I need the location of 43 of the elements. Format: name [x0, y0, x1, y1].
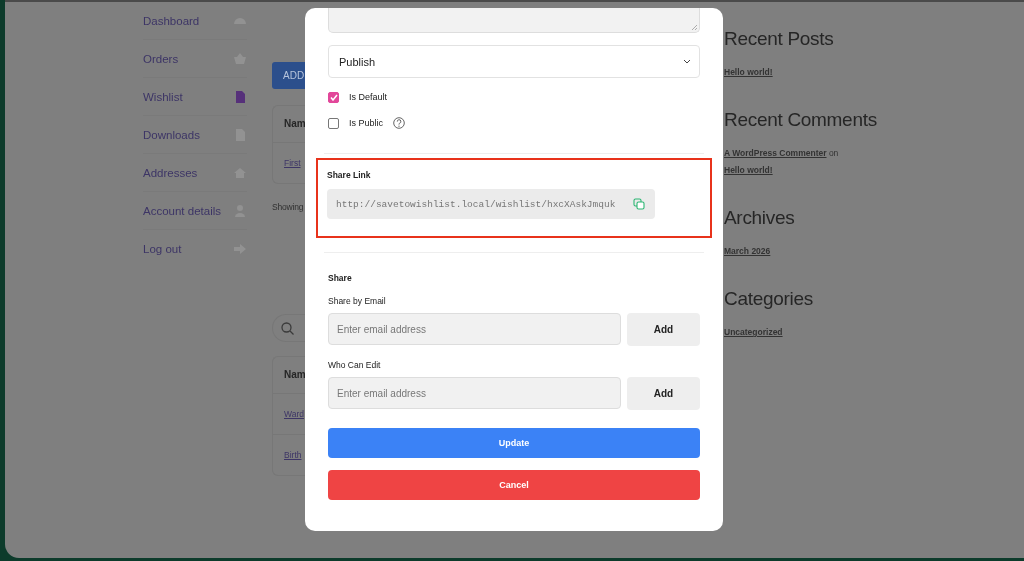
field-label: Share Link [327, 170, 372, 180]
email-field[interactable]: Enter email address [328, 377, 621, 409]
status-select[interactable]: Publish [328, 45, 700, 78]
widget-title: Categories [724, 288, 814, 310]
field-label: Share by Email [328, 296, 387, 306]
add-button[interactable]: Add [627, 313, 700, 346]
widget-link[interactable]: Uncategorized [724, 327, 783, 337]
sidebar-item[interactable]: Addresses [143, 154, 247, 192]
widget-link[interactable]: A WordPress Commenter [724, 148, 827, 158]
email-field[interactable]: Enter email address [328, 313, 621, 345]
sidebar-item[interactable]: Log out [143, 230, 247, 267]
widget-title: Recent Posts [724, 28, 835, 50]
widget-title: Archives [724, 207, 796, 229]
pagination-info: Showing [272, 202, 304, 212]
widget-link[interactable]: Hello world! [724, 67, 773, 77]
widget-link[interactable]: Hello world! [724, 165, 773, 175]
widget-title: Recent Comments [724, 109, 878, 131]
wishlist-link[interactable]: First [284, 158, 301, 168]
checkmark-icon [329, 93, 338, 101]
sidebar-item[interactable]: Dashboard [143, 2, 247, 40]
add-button[interactable]: Add [627, 377, 700, 410]
share-link-field[interactable]: http://savetowishlist.local/wishlist/hxcXAskJmquk [327, 189, 655, 219]
widget-link[interactable]: March 2026 [724, 246, 771, 256]
sidebar-item[interactable]: Orders [143, 40, 247, 78]
sidebar-item[interactable]: Wishlist [143, 78, 247, 116]
search-icon [281, 321, 294, 335]
section-title: Share [328, 273, 353, 283]
sidebar-item[interactable]: Account details [143, 192, 247, 230]
widget-text: on [828, 148, 839, 158]
wishlist-link[interactable]: Birth [284, 450, 302, 460]
update-button[interactable]: Update [328, 428, 700, 458]
copy-icon[interactable] [633, 198, 645, 210]
document-icon [233, 89, 247, 104]
checkbox-label: Is Public [349, 118, 383, 128]
checkbox-label: Is Default [349, 92, 388, 102]
checkbox[interactable] [328, 117, 339, 129]
wishlist-link[interactable]: Ward [284, 409, 304, 419]
cancel-button[interactable]: Cancel [328, 470, 700, 500]
resize-grip-icon [691, 24, 697, 30]
sidebar-item[interactable]: Downloads [143, 116, 247, 154]
checkbox[interactable] [328, 91, 339, 103]
chevron-down-icon [683, 59, 691, 64]
help-icon[interactable] [393, 117, 405, 129]
